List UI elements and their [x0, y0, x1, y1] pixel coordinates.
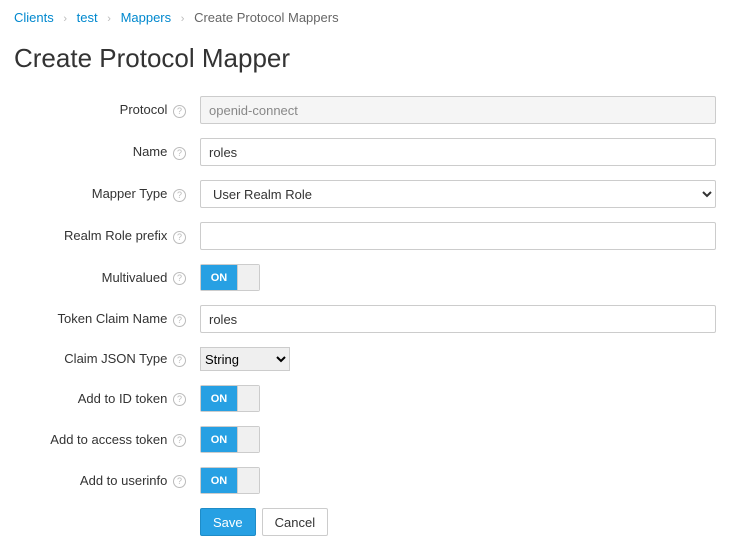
help-icon[interactable]: ? — [173, 147, 186, 160]
label-claim-json-type: Claim JSON Type — [64, 351, 167, 366]
mapper-type-select[interactable]: User Realm Role — [200, 180, 716, 208]
label-multivalued: Multivalued — [102, 270, 168, 285]
label-add-to-access-token: Add to access token — [50, 432, 167, 447]
help-icon[interactable]: ? — [173, 189, 186, 202]
protocol-input — [200, 96, 716, 124]
add-to-userinfo-toggle[interactable]: ON — [200, 467, 260, 494]
label-mapper-type: Mapper Type — [92, 186, 168, 201]
label-name: Name — [133, 144, 168, 159]
breadcrumb: Clients › test › Mappers › Create Protoc… — [14, 10, 735, 25]
breadcrumb-current: Create Protocol Mappers — [194, 10, 339, 25]
chevron-right-icon: › — [63, 13, 67, 25]
token-claim-name-input[interactable] — [200, 305, 716, 333]
save-button[interactable]: Save — [200, 508, 256, 536]
breadcrumb-test[interactable]: test — [77, 10, 98, 25]
toggle-on-label: ON — [201, 265, 237, 290]
label-realm-role-prefix: Realm Role prefix — [64, 228, 167, 243]
chevron-right-icon: › — [181, 13, 185, 25]
help-icon[interactable]: ? — [173, 354, 186, 367]
toggle-knob — [237, 265, 259, 290]
label-token-claim-name: Token Claim Name — [58, 311, 168, 326]
multivalued-toggle[interactable]: ON — [200, 264, 260, 291]
label-protocol: Protocol — [120, 102, 168, 117]
help-icon[interactable]: ? — [173, 272, 186, 285]
toggle-on-label: ON — [201, 468, 237, 493]
name-input[interactable] — [200, 138, 716, 166]
help-icon[interactable]: ? — [173, 434, 186, 447]
add-to-id-token-toggle[interactable]: ON — [200, 385, 260, 412]
claim-json-type-select[interactable]: String — [200, 347, 290, 371]
cancel-button[interactable]: Cancel — [262, 508, 328, 536]
toggle-on-label: ON — [201, 386, 237, 411]
help-icon[interactable]: ? — [173, 393, 186, 406]
toggle-on-label: ON — [201, 427, 237, 452]
page-title: Create Protocol Mapper — [14, 43, 735, 74]
help-icon[interactable]: ? — [173, 231, 186, 244]
breadcrumb-clients[interactable]: Clients — [14, 10, 54, 25]
help-icon[interactable]: ? — [173, 314, 186, 327]
help-icon[interactable]: ? — [173, 105, 186, 118]
breadcrumb-mappers[interactable]: Mappers — [121, 10, 172, 25]
add-to-access-token-toggle[interactable]: ON — [200, 426, 260, 453]
toggle-knob — [237, 427, 259, 452]
realm-role-prefix-input[interactable] — [200, 222, 716, 250]
toggle-knob — [237, 386, 259, 411]
label-add-to-id-token: Add to ID token — [78, 391, 168, 406]
chevron-right-icon: › — [107, 13, 111, 25]
help-icon[interactable]: ? — [173, 475, 186, 488]
toggle-knob — [237, 468, 259, 493]
label-add-to-userinfo: Add to userinfo — [80, 473, 167, 488]
